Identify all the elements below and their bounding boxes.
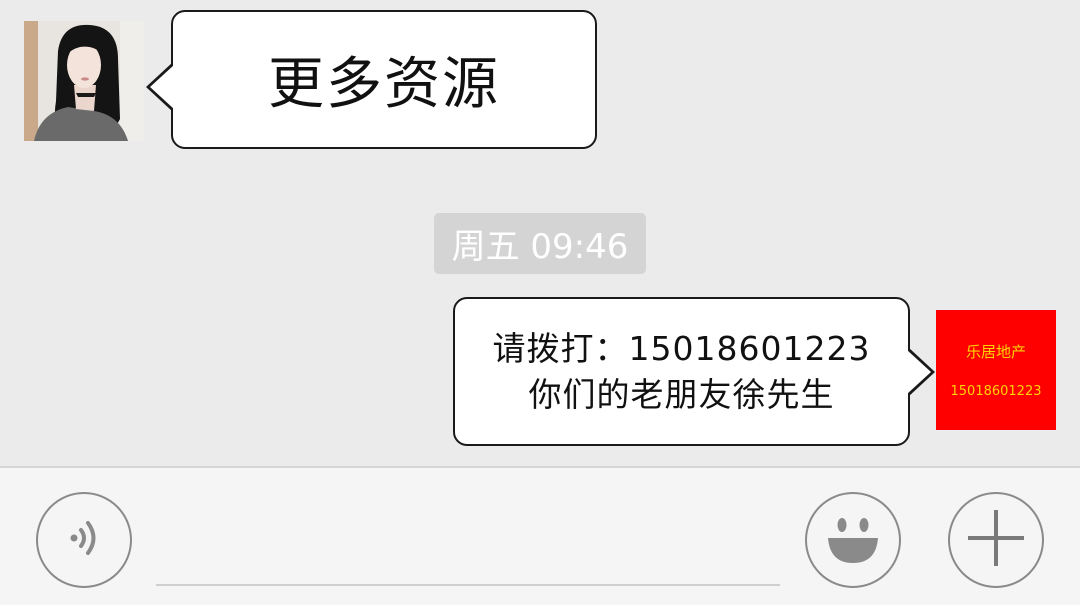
outgoing-message-bubble[interactable]: 请拨打：15018601223 你们的老朋友徐先生 bbox=[453, 297, 935, 446]
my-avatar-name: 乐居地产 bbox=[965, 343, 1026, 361]
outgoing-message-line-2: 你们的老朋友徐先生 bbox=[528, 374, 835, 414]
more-button[interactable] bbox=[948, 492, 1044, 588]
incoming-message-text: 更多资源 bbox=[268, 52, 500, 117]
my-avatar[interactable]: 乐居地产 15018601223 bbox=[936, 310, 1056, 430]
message-input[interactable] bbox=[156, 498, 780, 586]
emoji-icon bbox=[818, 503, 888, 577]
incoming-message-bubble[interactable]: 更多资源 bbox=[146, 10, 597, 149]
message-timestamp: 周五 09:46 bbox=[434, 213, 646, 274]
voice-button[interactable] bbox=[36, 492, 132, 588]
contact-avatar-photo bbox=[24, 21, 144, 141]
voice-icon bbox=[59, 513, 109, 567]
bubble-tail-fill bbox=[907, 350, 931, 394]
plus-icon bbox=[966, 508, 1026, 572]
emoji-button[interactable] bbox=[805, 492, 901, 588]
contact-avatar[interactable] bbox=[24, 21, 144, 141]
bubble-tail-fill bbox=[150, 65, 174, 109]
my-avatar-phone: 15018601223 bbox=[950, 384, 1042, 399]
chat-area: 更多资源 周五 09:46 请拨打：15018601223 你们的老朋友徐先生 … bbox=[0, 0, 1080, 466]
outgoing-message-line-1: 请拨打：15018601223 bbox=[492, 328, 871, 368]
input-bar bbox=[0, 466, 1080, 605]
